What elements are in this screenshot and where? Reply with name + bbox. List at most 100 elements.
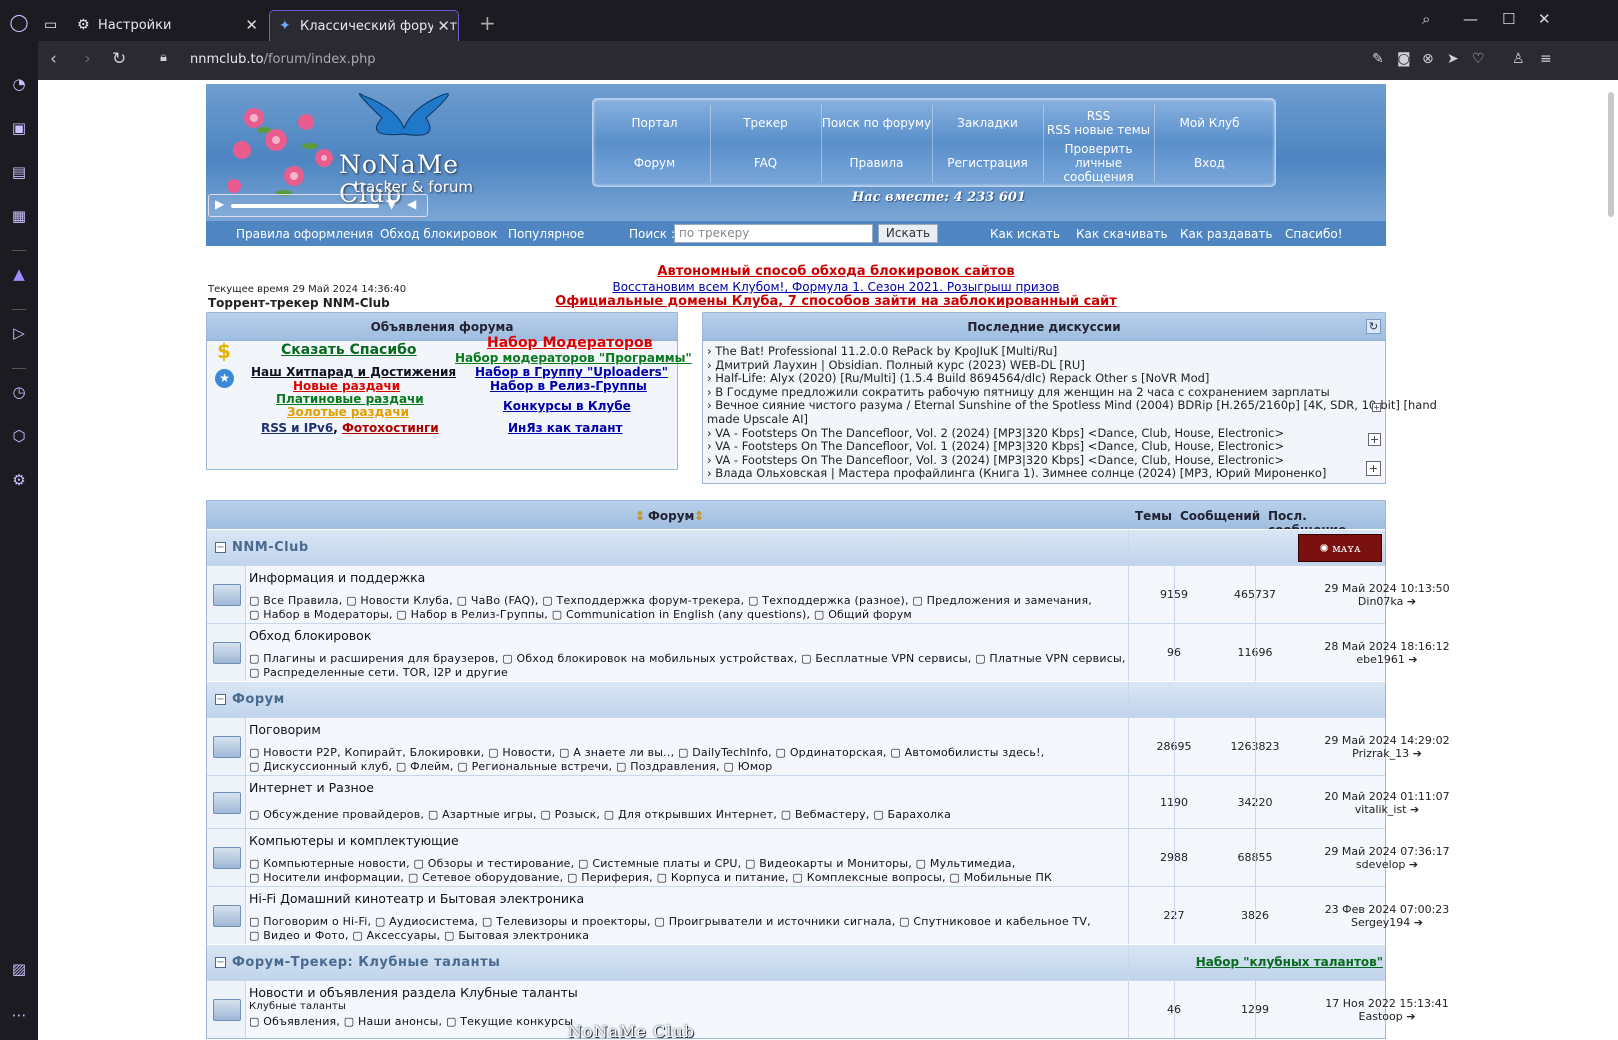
adblock-icon[interactable]: ⊗ — [1422, 51, 1434, 67]
forum-title[interactable]: Информация и поддержка — [249, 570, 425, 585]
share-icon[interactable]: ✎ — [1372, 51, 1384, 67]
link-how-to-search[interactable]: Как искать — [990, 227, 1060, 241]
forum-row[interactable]: Компьютеры и комплектующие ▢ Компьютерные… — [207, 828, 1450, 886]
menu-faq[interactable]: FAQ — [710, 143, 821, 183]
link-7-ways[interactable]: 7 способов зайти на заблокированный сайт — [788, 294, 1117, 309]
scrollbar-thumb[interactable] — [1608, 92, 1614, 217]
scrollbar[interactable] — [1604, 80, 1618, 1040]
last-post-user[interactable]: sdevelop ➔ — [1322, 858, 1453, 871]
more-icon[interactable]: ⋯ — [8, 1004, 30, 1026]
sort-icon[interactable]: ⇕ — [635, 509, 645, 523]
link-moderators-programs[interactable]: Набор модераторов "Программы" — [455, 351, 692, 365]
lock-icon[interactable]: 🔒︎ — [160, 50, 167, 65]
discussion-item[interactable]: › VA - Footsteps On The Dancefloor, Vol.… — [707, 426, 1284, 440]
subforum-links[interactable]: ▢ Набор в Модераторы, ▢ Набор в Релиз-Гр… — [249, 608, 912, 621]
subforum-links[interactable]: ▢ Носители информации, ▢ Сетевое оборудо… — [249, 871, 1052, 884]
new-tab-button[interactable]: + — [479, 10, 496, 36]
menu-login[interactable]: Вход — [1154, 143, 1265, 183]
refresh-icon[interactable]: ↻ — [1366, 319, 1381, 334]
planet-banner-icon[interactable]: ✺ ᴍᴀʏᴀ — [1298, 534, 1382, 562]
forum-title[interactable]: Компьютеры и комплектующие — [249, 833, 459, 848]
menu-rules[interactable]: Правила — [821, 143, 932, 183]
subforum-links[interactable]: ▢ Дискуссионный клуб, ▢ Флейм, ▢ Региона… — [249, 760, 772, 773]
category-title[interactable]: NNM-Club — [232, 540, 309, 555]
menu-forum-search[interactable]: Поиск по форуму — [821, 103, 932, 143]
last-post-user[interactable]: Eastoop ➔ — [1322, 1010, 1453, 1023]
discussion-item[interactable]: › Дмитрий Лаухин | Obsidian. Полный курс… — [707, 358, 1085, 372]
link-official-domains[interactable]: Официальные домены Клуба — [555, 294, 778, 309]
search-input[interactable]: по трекеру — [674, 224, 873, 243]
subforum-links[interactable]: ▢ Обсуждение провайдеров, ▢ Азартные игр… — [249, 808, 951, 821]
expand-icon[interactable]: + — [1368, 433, 1381, 446]
link-photohosting[interactable]: Фотохостинги — [342, 421, 439, 435]
forum-row[interactable]: Интернет и Разное ▢ Обсуждение провайдеро… — [207, 775, 1450, 828]
send-icon[interactable]: ➤ — [1447, 51, 1459, 67]
search-button[interactable]: Искать — [878, 224, 938, 243]
close-tab-icon[interactable]: ✕ — [433, 11, 450, 41]
forum-row[interactable]: Поговорим ▢ Новости P2P, Копирайт, Блокир… — [207, 717, 1450, 775]
category-title[interactable]: Форум-Трекер: Клубные таланты — [232, 955, 500, 970]
forward-icon[interactable]: › — [84, 49, 91, 69]
collapse-icon[interactable]: − — [215, 542, 226, 553]
discussion-item-cont[interactable]: made Upscale AI] — [707, 412, 808, 426]
discussion-item[interactable]: › В Госдуме предложили сократить рабочую… — [707, 385, 1330, 399]
cube-icon[interactable]: ⬡ — [8, 425, 30, 447]
link-release-group[interactable]: Набор в Релиз-Группы — [490, 379, 647, 393]
opera-logo-icon[interactable]: ◯ — [8, 12, 30, 34]
link-how-to-seed[interactable]: Как раздавать — [1180, 227, 1272, 241]
forum-title[interactable]: Новости и объявления раздела Клубные тал… — [249, 985, 578, 1000]
link-bypass-blocking[interactable]: Обход блокировок — [380, 227, 497, 241]
last-post-user[interactable]: ebe1961 ➔ — [1322, 653, 1453, 666]
menu-portal[interactable]: Портал — [599, 103, 710, 143]
menu-rss[interactable]: RSS RSS новые темы — [1043, 103, 1154, 143]
link-talents-recruit[interactable]: Набор "клубных талантов" — [1196, 955, 1383, 969]
search-tabs-icon[interactable]: ⌕ — [1422, 10, 1430, 28]
gallery-icon[interactable]: ▨ — [8, 958, 30, 980]
discussion-item[interactable]: › VA - Footsteps On The Dancefloor, Vol.… — [707, 453, 1284, 467]
subforum-links[interactable]: ▢ Объявления, ▢ Наши анонсы, ▢ Текущие к… — [249, 1015, 573, 1028]
subforum-links[interactable]: ▢ Поговорим о Hi-Fi, ▢ Аудиосистема, ▢ Т… — [249, 915, 1091, 928]
link-say-thanks[interactable]: Сказать Спасибо — [281, 342, 417, 358]
discussion-item[interactable]: › Вечное сияние чистого разума / Eternal… — [707, 398, 1437, 412]
reload-icon[interactable]: ↻ — [112, 49, 126, 69]
subforum-links[interactable]: ▢ Распределенные сети. TOR, I2P и другие — [249, 666, 508, 679]
tab-forum[interactable]: ✦ Классический форум-тре ✕ — [269, 10, 459, 41]
forum-title[interactable]: Hi-Fi Домашний кинотеатр и Бытовая элект… — [249, 891, 584, 906]
link-moderators[interactable]: Набор Модераторов — [487, 335, 653, 351]
menu-icon[interactable]: ≡ — [1540, 51, 1552, 67]
close-window-icon[interactable]: ✕ — [1538, 10, 1551, 28]
audio-player[interactable]: ▶ ▼ ◀ — [208, 194, 428, 217]
menu-my-club[interactable]: Мой Клуб — [1154, 103, 1265, 143]
link-platinum-releases[interactable]: Платиновые раздачи — [276, 392, 424, 406]
discussion-item[interactable]: › VA - Footsteps On The Dancefloor, Vol.… — [707, 439, 1284, 453]
close-tab-icon[interactable]: ✕ — [245, 10, 258, 41]
game-icon[interactable]: ▦ — [8, 205, 30, 227]
heart-icon[interactable]: ♡ — [1472, 51, 1485, 67]
minimize-icon[interactable]: — — [1463, 10, 1478, 28]
player-icon[interactable]: ▷ — [8, 322, 30, 344]
subforum-links[interactable]: ▢ Все Правила, ▢ Новости Клуба, ▢ ЧаВо (… — [249, 594, 1092, 607]
collapse-icon[interactable]: − — [215, 957, 226, 968]
forum-title[interactable]: Интернет и Разное — [249, 780, 374, 795]
menu-forum[interactable]: Форум — [599, 143, 710, 183]
play-icon[interactable]: ▶ — [215, 197, 224, 211]
chevron-down-icon[interactable]: ▼ — [387, 197, 396, 211]
link-how-to-download[interactable]: Как скачивать — [1076, 227, 1168, 241]
last-post-user[interactable]: vitalik_ist ➔ — [1322, 803, 1453, 816]
forum-row[interactable]: Обход блокировок ▢ Плагины и расширения д… — [207, 623, 1450, 681]
menu-bookmarks[interactable]: Закладки — [932, 103, 1043, 143]
tab-settings[interactable]: ⚙ Настройки ✕ — [68, 10, 266, 41]
subforum-links[interactable]: ▢ Компьютерные новости, ▢ Обзоры и тести… — [249, 857, 1015, 870]
menu-rss-new-topics[interactable]: RSS новые темы — [1047, 123, 1150, 137]
category-nnm-club[interactable]: − NNM-Club ✺ ᴍᴀʏᴀ — [207, 529, 1385, 566]
speed-dial-icon[interactable]: ◔ — [8, 73, 30, 95]
url-field[interactable]: nnmclub.to/forum/index.php — [190, 52, 376, 67]
link-popular[interactable]: Популярное — [508, 227, 584, 241]
twitch-icon[interactable]: ▤ — [8, 161, 30, 183]
subforum-links[interactable]: ▢ Видео и Фото, ▢ Аксессуары, ▢ Бытовая … — [249, 929, 589, 942]
category-talents[interactable]: − Форум-Трекер: Клубные таланты Набор "к… — [207, 944, 1385, 981]
last-post-user[interactable]: Prizrak_13 ➔ — [1322, 747, 1453, 760]
volume-slider[interactable] — [231, 204, 379, 208]
discussion-item[interactable]: › Half-Life: Alyx (2020) [Ru/Multi] (1.5… — [707, 371, 1209, 385]
aria-icon[interactable]: ▲ — [8, 263, 30, 285]
